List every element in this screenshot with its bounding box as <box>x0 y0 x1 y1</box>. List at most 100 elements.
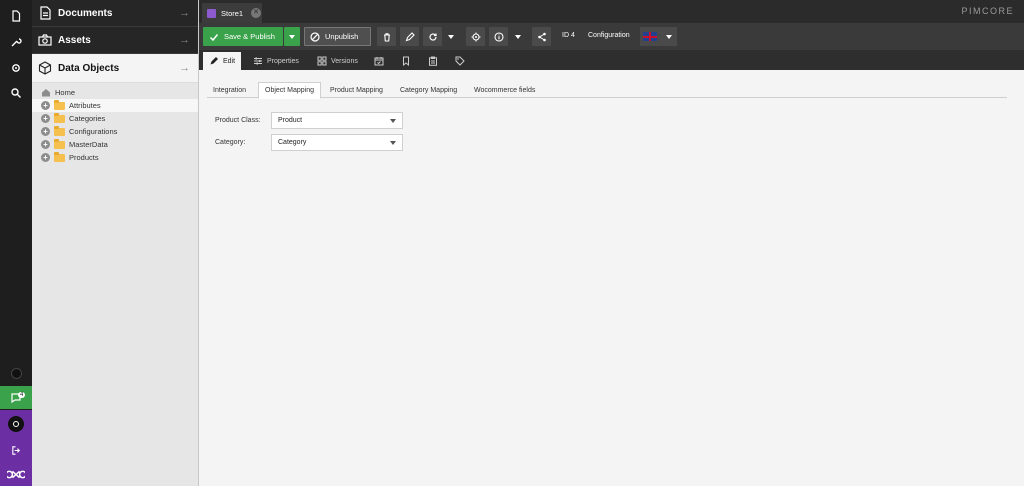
notifications-button[interactable]: 4 <box>0 386 32 409</box>
close-icon[interactable]: ✕ <box>251 8 262 18</box>
arrow-right-icon[interactable]: → <box>179 34 190 46</box>
accordion-documents[interactable]: Documents → <box>32 0 198 27</box>
tree-node-masterdata[interactable]: + MasterData <box>32 138 198 151</box>
user-icon <box>8 416 24 432</box>
object-sub-tabs: Edit Properties Versions <box>199 50 1024 70</box>
folder-icon <box>54 138 65 149</box>
chevron-down-icon <box>390 119 396 123</box>
unpublish-button[interactable]: Unpublish <box>304 27 371 46</box>
camera-icon <box>38 33 52 47</box>
tree-node-label: Home <box>55 88 76 97</box>
tab-category-mapping[interactable]: Category Mapping <box>394 82 463 98</box>
tab-edit[interactable]: Edit <box>203 52 242 70</box>
tab-properties[interactable]: Properties <box>253 52 299 70</box>
tab-tasks[interactable] <box>428 52 442 70</box>
tab-wocommerce-fields[interactable]: Wocommerce fields <box>468 82 541 98</box>
layout-tab-strip: Integration Object Mapping Product Mappi… <box>207 82 1007 99</box>
reload-options-dropdown[interactable] <box>444 27 458 46</box>
locate-in-tree-button[interactable] <box>466 27 485 46</box>
avatar[interactable] <box>0 410 32 438</box>
target-icon <box>471 32 480 41</box>
clipboard-icon <box>429 56 437 66</box>
expand-icon[interactable]: + <box>41 114 50 123</box>
save-publish-label: Save & Publish <box>224 32 275 41</box>
unpublish-label: Unpublish <box>325 32 359 41</box>
logout-icon <box>11 445 20 455</box>
main-nav-rail: 4 <box>0 0 32 486</box>
pimcore-logo-icon[interactable] <box>0 462 32 486</box>
delete-button[interactable] <box>377 27 396 46</box>
rename-button[interactable] <box>400 27 419 46</box>
tab-product-mapping[interactable]: Product Mapping <box>324 82 389 98</box>
tab-versions[interactable]: Versions <box>317 52 358 70</box>
product-class-select[interactable]: Product <box>271 112 403 129</box>
product-class-row: Product Class: Product <box>215 112 403 129</box>
product-class-label: Product Class: <box>215 117 261 124</box>
folder-icon <box>54 112 65 123</box>
tab-label: Store1 <box>221 8 244 18</box>
folder-icon <box>54 125 65 136</box>
tab-store1[interactable]: Store1 ✕ <box>202 3 262 23</box>
tab-versions-label: Versions <box>331 57 358 65</box>
tab-integration[interactable]: Integration <box>207 82 252 98</box>
chevron-down-icon <box>289 34 295 39</box>
accordion-data-objects-label: Data Objects <box>58 62 120 74</box>
save-publish-button[interactable]: Save & Publish <box>203 27 283 46</box>
object-icon <box>207 8 216 18</box>
accordion-assets[interactable]: Assets → <box>32 27 198 54</box>
navigation-tree-panel: Documents → Assets → Data Objects → Home… <box>32 0 231 486</box>
expand-icon[interactable]: + <box>41 153 50 162</box>
tree-node-configurations[interactable]: + Configurations <box>32 125 198 138</box>
trash-icon <box>383 32 390 42</box>
tag-icon <box>455 56 465 66</box>
refresh-icon <box>428 32 437 41</box>
block-icon <box>310 31 320 42</box>
tab-notes[interactable] <box>401 52 415 70</box>
expand-icon[interactable]: + <box>41 127 50 136</box>
tree-node-products[interactable]: + Products <box>32 151 198 164</box>
reload-button[interactable] <box>423 27 442 46</box>
object-id-label: ID 4 <box>562 32 575 39</box>
folder-icon <box>54 151 65 162</box>
tab-schedule[interactable] <box>374 52 388 70</box>
category-value: Category <box>278 139 307 146</box>
document-icon[interactable] <box>0 3 32 29</box>
wrench-icon[interactable] <box>0 29 32 55</box>
arrow-right-icon[interactable]: → <box>179 62 190 74</box>
editor-tab-bar: Store1 ✕ PIMCORE <box>199 0 1024 23</box>
category-row: Category: Category <box>215 134 403 151</box>
notification-badge: 4 <box>18 392 26 398</box>
pencil-icon <box>405 31 415 41</box>
tree-node-categories[interactable]: + Categories <box>32 112 198 125</box>
tree-node-home[interactable]: Home <box>32 86 198 99</box>
info-button[interactable] <box>489 27 508 46</box>
save-options-dropdown[interactable] <box>284 27 300 46</box>
uk-flag-icon <box>643 32 657 41</box>
accordion-assets-label: Assets <box>58 34 91 46</box>
object-editor-content: Integration Object Mapping Product Mappi… <box>199 70 1024 486</box>
tab-object-mapping[interactable]: Object Mapping <box>258 82 322 99</box>
language-selector[interactable] <box>640 27 677 46</box>
expand-icon[interactable]: + <box>41 140 50 149</box>
chevron-down-icon <box>448 34 454 39</box>
tab-tags[interactable] <box>455 52 469 70</box>
logout-button[interactable] <box>0 438 32 462</box>
expand-icon[interactable]: + <box>41 101 50 110</box>
tree-node-label: Categories <box>69 114 106 123</box>
tree-node-label: Configurations <box>69 127 118 136</box>
category-select[interactable]: Category <box>271 134 403 151</box>
tree-node-label: MasterData <box>69 140 108 149</box>
chevron-down-icon <box>390 141 396 145</box>
search-icon[interactable] <box>0 80 32 106</box>
object-tree: Home + Attributes + Categories + Configu… <box>32 83 198 164</box>
info-options-dropdown[interactable] <box>511 27 525 46</box>
settings-icon[interactable] <box>0 55 32 81</box>
arrow-right-icon[interactable]: → <box>179 7 190 19</box>
calendar-icon <box>374 57 384 66</box>
help-icon[interactable] <box>0 362 32 384</box>
share-button[interactable] <box>532 27 551 46</box>
accordion-data-objects[interactable]: Data Objects → <box>32 54 198 83</box>
tree-node-attributes[interactable]: + Attributes <box>32 99 198 112</box>
tree-node-label: Attributes <box>69 101 101 110</box>
folder-icon <box>54 99 65 110</box>
